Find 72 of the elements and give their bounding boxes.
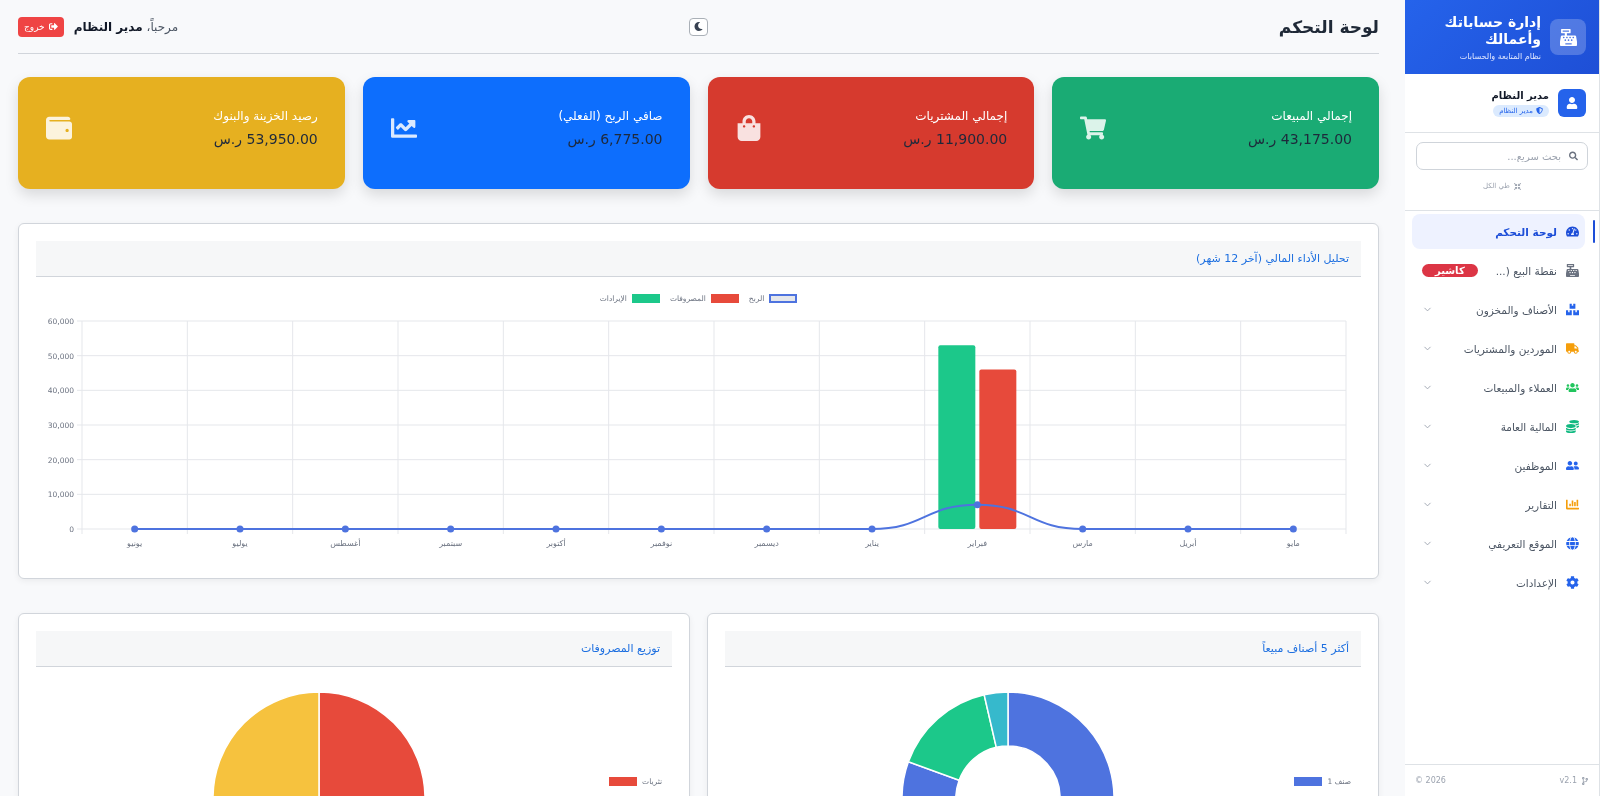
brand-subtitle: نظام المتابعة والحسابات bbox=[1458, 51, 1541, 61]
nav-icon bbox=[1566, 342, 1579, 355]
page-title: لوحة التحكم bbox=[1277, 16, 1379, 37]
stat-title: إجمالي المشتريات bbox=[914, 109, 1008, 123]
search-icon bbox=[1569, 151, 1578, 161]
x-axis-label: أبريل bbox=[1179, 539, 1197, 548]
data-point bbox=[1289, 525, 1297, 533]
card-title: توزيع المصروفات bbox=[36, 631, 672, 667]
cashier-badge: كاشير bbox=[1422, 264, 1478, 277]
cash-register-icon bbox=[1550, 19, 1586, 55]
legend-swatch bbox=[710, 293, 739, 303]
data-point bbox=[552, 525, 560, 533]
card-title: أكثر 5 أصناف مبيعاً bbox=[725, 631, 1361, 667]
nav-icon bbox=[1566, 225, 1579, 238]
stat-icon bbox=[46, 115, 72, 141]
card-title: تحليل الأداء المالي (آخر 12 شهر) bbox=[36, 241, 1361, 277]
stat-icon bbox=[1080, 115, 1107, 141]
stat-value: 43,175.00 ر.س bbox=[1247, 131, 1352, 147]
nav-icon bbox=[1566, 420, 1579, 433]
x-axis-label: مارس bbox=[1072, 539, 1093, 548]
stat-title: صافي الربح (الفعلي) bbox=[558, 109, 663, 123]
stat-title: إجمالي المبيعات bbox=[1270, 109, 1352, 123]
data-point bbox=[131, 525, 139, 533]
data-point bbox=[973, 501, 981, 509]
collapse-icon bbox=[1513, 182, 1521, 190]
nav-icon bbox=[1566, 381, 1579, 394]
x-axis-label: يونيو bbox=[127, 539, 143, 548]
stat-title: رصيد الخزينة والبنوك bbox=[213, 109, 318, 123]
stat-value: 11,900.00 ر.س bbox=[903, 131, 1008, 147]
search-field[interactable]: بحث سريع... bbox=[1416, 142, 1588, 170]
data-point bbox=[868, 525, 876, 533]
data-point bbox=[236, 525, 244, 533]
copyright-text: 2026 © bbox=[1415, 776, 1446, 785]
version-label: v2.1 bbox=[1559, 776, 1589, 785]
x-axis-label: يناير bbox=[865, 539, 879, 548]
data-point bbox=[763, 525, 771, 533]
stat-icon bbox=[390, 115, 417, 141]
x-axis-label: مايو bbox=[1286, 539, 1300, 548]
x-axis-label: نوفمبر bbox=[650, 539, 673, 548]
shield-icon bbox=[1536, 107, 1543, 114]
moon-icon bbox=[694, 22, 703, 31]
user-avatar bbox=[1558, 89, 1586, 117]
stat-value: 53,950.00 ر.س bbox=[213, 131, 318, 147]
stat-icon bbox=[735, 115, 762, 141]
user-name: مدير النظام bbox=[1491, 89, 1549, 101]
data-point bbox=[447, 525, 455, 533]
logout-icon bbox=[48, 22, 58, 31]
x-axis-label: يوليو bbox=[232, 539, 248, 548]
search-input[interactable]: بحث سريع... bbox=[1426, 149, 1563, 163]
nav-icon bbox=[1566, 303, 1579, 316]
x-axis-label: سبتمبر bbox=[439, 539, 463, 548]
data-point bbox=[1079, 525, 1087, 533]
nav-icon bbox=[1566, 537, 1579, 550]
welcome-text: مرحباً، مدير النظام bbox=[73, 19, 179, 34]
x-axis-label: ديسمبر bbox=[754, 539, 779, 548]
nav-icon bbox=[1566, 576, 1579, 589]
theme-toggle-button[interactable] bbox=[689, 17, 708, 36]
x-axis-label: أكتوبر bbox=[546, 539, 566, 548]
nav-icon bbox=[1566, 459, 1579, 472]
legend-swatch bbox=[769, 293, 798, 303]
data-point bbox=[341, 525, 349, 533]
brand-title: إدارة حساباتك وأعمالك bbox=[1443, 13, 1541, 49]
legend-swatch bbox=[631, 293, 660, 303]
branch-icon bbox=[1581, 776, 1589, 785]
stat-value: 6,775.00 ر.س bbox=[566, 131, 663, 147]
x-axis-label: أغسطس bbox=[330, 539, 361, 548]
data-point bbox=[657, 525, 665, 533]
logout-button[interactable]: خروج bbox=[18, 16, 64, 37]
data-point bbox=[1184, 525, 1192, 533]
nav-icon bbox=[1566, 264, 1579, 277]
x-axis-label: فبراير bbox=[967, 539, 988, 548]
nav-icon bbox=[1566, 498, 1579, 511]
